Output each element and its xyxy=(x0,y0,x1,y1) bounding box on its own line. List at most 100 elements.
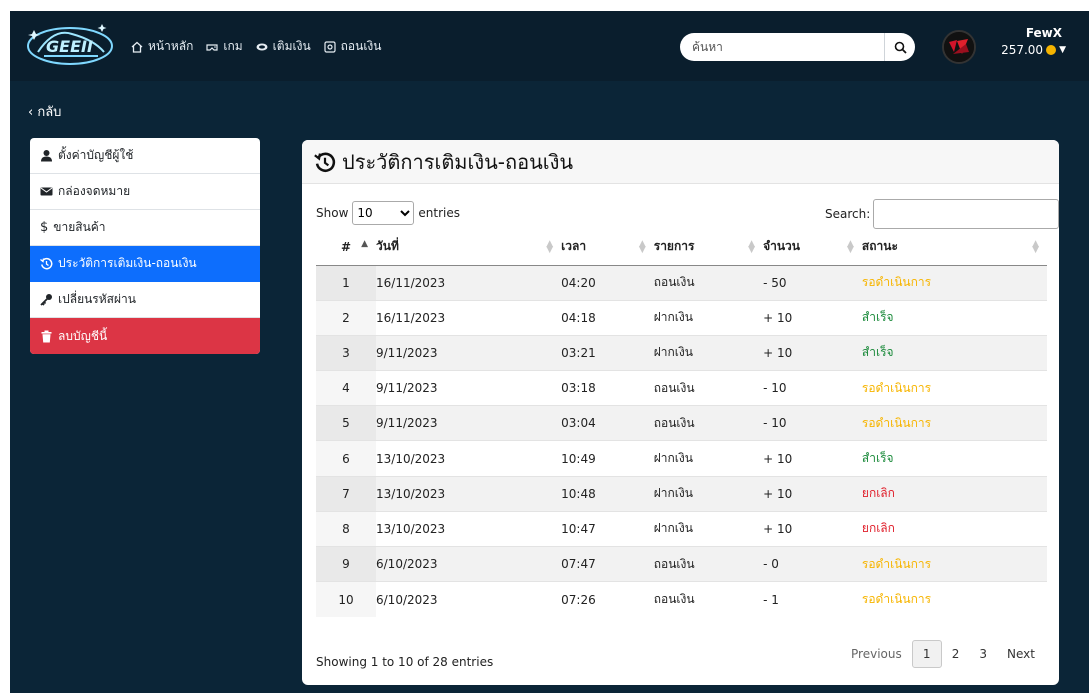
row-type: ถอนเงิน xyxy=(653,264,764,301)
row-status: สำเร็จ xyxy=(861,440,1047,477)
row-amount: + 10 xyxy=(763,475,862,512)
row-number: 8 xyxy=(316,510,376,547)
nav-link-topup[interactable]: เติมเงิน xyxy=(255,37,311,56)
nav-link-withdraw-label: ถอนเงิน xyxy=(340,39,382,53)
row-date: 16/11/2023 xyxy=(376,299,562,336)
page-length-control: Show 10 entries xyxy=(316,201,460,225)
search-button[interactable] xyxy=(885,33,915,61)
envelope-icon xyxy=(40,187,53,196)
previous-page-button[interactable]: Previous xyxy=(841,640,912,668)
history-icon xyxy=(314,152,336,172)
sidebar-item-change-password[interactable]: เปลี่ยนรหัสผ่าน xyxy=(30,282,260,318)
page-button-2[interactable]: 2 xyxy=(942,640,970,668)
entries-label: entries xyxy=(418,206,460,220)
row-type: ฝากเงิน xyxy=(653,510,764,547)
user-name: FewX xyxy=(1025,26,1062,40)
nav-link-games-label: เกม xyxy=(223,39,243,53)
sort-icon: ▲ ▼ xyxy=(638,239,646,255)
next-page-button[interactable]: Next xyxy=(997,640,1045,668)
sidebar-item-delete-account[interactable]: ลบบัญชีนี้ xyxy=(30,318,260,354)
sidebar-item-label: กล่องจดหมาย xyxy=(58,184,131,198)
sidebar-item-account-settings[interactable]: ตั้งค่าบัญชีผู้ใช้ xyxy=(30,138,260,174)
sidebar-item-label: ลบบัญชีนี้ xyxy=(58,328,108,343)
sort-icon: ▲ ▼ xyxy=(546,239,554,255)
column-header-number[interactable]: # ▲ xyxy=(316,229,376,266)
page-length-select[interactable]: 10 xyxy=(352,201,415,225)
row-amount: - 50 xyxy=(763,264,862,301)
back-link[interactable]: ‹ กลับ xyxy=(28,101,61,122)
row-status: รอดำเนินการ xyxy=(861,581,1047,617)
nav-link-topup-label: เติมเงิน xyxy=(272,39,311,53)
sort-icon: ▲ ▼ xyxy=(846,239,854,255)
nav-link-games[interactable]: เกม xyxy=(205,37,243,56)
column-header-status[interactable]: สถานะ ▲ ▼ xyxy=(861,229,1047,266)
nav-link-home[interactable]: หน้าหลัก xyxy=(130,37,193,56)
history-table: # ▲ วันที่ ▲ ▼ เวลา ▲ ▼ รายการ ▲ ▼ จำนวน ▲ ▼ สถาน… xyxy=(316,229,1047,617)
column-header-label: รายการ xyxy=(653,239,695,254)
row-status: ยกเลิก xyxy=(861,475,1047,512)
row-amount: + 10 xyxy=(763,440,862,477)
row-date: 6/10/2023 xyxy=(376,581,562,617)
table-search-input[interactable] xyxy=(873,199,1059,229)
avatar[interactable] xyxy=(942,30,976,64)
column-header-date[interactable]: วันที่ ▲ ▼ xyxy=(376,229,562,266)
wallet-icon xyxy=(256,43,268,50)
page-button-1[interactable]: 1 xyxy=(911,640,942,668)
search-icon xyxy=(894,41,907,54)
balance-amount: 257.00 xyxy=(1001,43,1044,57)
row-date: 13/10/2023 xyxy=(376,510,562,547)
row-time: 07:26 xyxy=(561,581,654,617)
user-menu[interactable]: FewX 257.00 ▼ xyxy=(990,26,1066,57)
sidebar-item-sell[interactable]: $ ขายสินค้า xyxy=(30,210,260,246)
row-type: ฝากเงิน xyxy=(653,440,764,477)
column-header-amount[interactable]: จำนวน ▲ ▼ xyxy=(763,229,862,266)
row-number: 5 xyxy=(316,405,376,441)
sidebar-item-mailbox[interactable]: กล่องจดหมาย xyxy=(30,174,260,210)
row-number: 2 xyxy=(316,299,376,336)
svg-text:GEEII: GEEII xyxy=(46,37,93,56)
key-icon xyxy=(40,294,52,306)
row-number: 4 xyxy=(316,370,376,406)
column-header-label: วันที่ xyxy=(376,239,399,254)
row-status: ยกเลิก xyxy=(861,510,1047,547)
row-date: 6/10/2023 xyxy=(376,545,562,582)
show-label: Show xyxy=(316,206,349,220)
sidebar-item-label: ขายสินค้า xyxy=(53,220,106,234)
search-label: Search: xyxy=(825,207,871,221)
table-row: 8 13/10/2023 10:47 ฝากเงิน + 10 ยกเลิก xyxy=(316,510,1047,547)
search-input[interactable] xyxy=(680,34,884,60)
table-row: 4 9/11/2023 03:18 ถอนเงิน - 10 รอดำเนินการ xyxy=(316,370,1047,406)
history-icon xyxy=(40,257,53,270)
back-label: กลับ xyxy=(37,105,62,120)
row-time: 03:21 xyxy=(561,334,654,371)
page-frame: GEEII หน้าหลัก เกม เติมเงิน ถอนเงิน ค้นห… xyxy=(10,11,1089,693)
row-number: 7 xyxy=(316,475,376,512)
table-info: Showing 1 to 10 of 28 entries xyxy=(316,655,494,669)
row-status: รอดำเนินการ xyxy=(861,405,1047,441)
row-date: 9/11/2023 xyxy=(376,370,562,406)
nav-link-home-label: หน้าหลัก xyxy=(148,39,194,53)
row-number: 6 xyxy=(316,440,376,477)
row-amount: - 10 xyxy=(763,405,862,441)
sidebar-item-history[interactable]: ประวัติการเติมเงิน-ถอนเงิน xyxy=(30,246,260,282)
nav-link-withdraw[interactable]: ถอนเงิน xyxy=(323,37,382,56)
column-header-time[interactable]: เวลา ▲ ▼ xyxy=(561,229,654,266)
sort-asc-icon: ▲ xyxy=(361,239,368,249)
row-type: ฝากเงิน xyxy=(653,475,764,512)
site-logo[interactable]: GEEII xyxy=(24,22,116,70)
row-amount: + 10 xyxy=(763,334,862,371)
row-time: 03:04 xyxy=(561,405,654,441)
table-row: 5 9/11/2023 03:04 ถอนเงิน - 10 รอดำเนินการ xyxy=(316,405,1047,441)
column-header-type[interactable]: รายการ ▲ ▼ xyxy=(653,229,764,266)
top-navbar: GEEII หน้าหลัก เกม เติมเงิน ถอนเงิน ค้นห… xyxy=(10,11,1089,81)
sort-icon: ▲ ▼ xyxy=(748,239,756,255)
page-button-3[interactable]: 3 xyxy=(969,640,997,668)
user-balance: 257.00 ▼ xyxy=(990,43,1066,57)
row-date: 9/11/2023 xyxy=(376,405,562,441)
table-row: 10 6/10/2023 07:26 ถอนเงิน - 1 รอดำเนินการ xyxy=(316,581,1047,617)
dollar-icon: $ xyxy=(40,220,49,235)
row-status: สำเร็จ xyxy=(861,299,1047,336)
nav-links: หน้าหลัก เกม เติมเงิน ถอนเงิน xyxy=(130,37,381,56)
row-amount: + 10 xyxy=(763,510,862,547)
row-status: รอดำเนินการ xyxy=(861,370,1047,406)
